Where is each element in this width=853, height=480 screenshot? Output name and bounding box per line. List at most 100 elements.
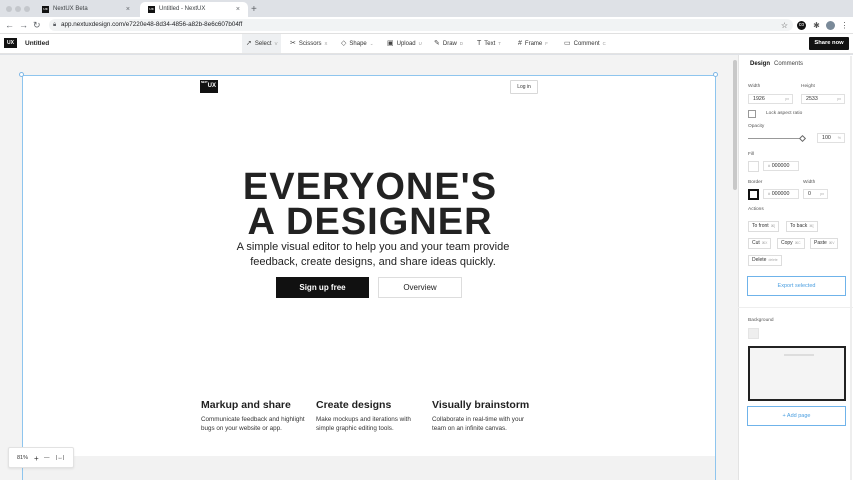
nextux-logo[interactable]: UX [4, 38, 17, 48]
feature-desc: simple graphic editing tools. [316, 425, 394, 432]
unit: % [837, 136, 841, 140]
opacity-label: Opacity [748, 124, 765, 129]
width-value: 1926 [753, 96, 765, 102]
tool-upload[interactable]: ▣ Upload U [383, 34, 426, 53]
lock-aspect-checkbox[interactable] [748, 110, 756, 118]
tab-title: NextUX Beta [53, 6, 88, 12]
height-label: Height [801, 84, 815, 89]
action-shortcut: ⌘V [828, 241, 835, 245]
tool-select[interactable]: ➚ Select V [242, 34, 282, 53]
border-hex: 000000 [771, 191, 790, 197]
tool-label: Upload [396, 41, 416, 47]
bookmark-star-icon[interactable]: ☆ [780, 21, 789, 30]
avatar[interactable] [826, 21, 835, 30]
selected-frame[interactable]: NEXT UX Log in EVERYONE'S A DESIGNER A s… [22, 75, 716, 480]
opacity-field[interactable]: 100% [817, 133, 845, 143]
tool-draw[interactable]: ✎ Draw D [430, 34, 467, 53]
tool-shortcut: U [418, 41, 422, 46]
opacity-slider[interactable] [748, 138, 804, 139]
fill-label: Fill [748, 152, 755, 157]
add-page-button[interactable]: + Add page [747, 406, 846, 426]
panel-scrollbar[interactable] [850, 56, 852, 480]
page-thumbnail[interactable] [748, 346, 846, 401]
to-front-button[interactable]: To front ⌘] [748, 221, 780, 232]
tab-title: Untitled - NextUX [159, 6, 206, 12]
frame-icon: # [518, 40, 522, 47]
canvas-scrollbar[interactable] [733, 60, 737, 190]
copy-button[interactable]: Copy ⌘C [777, 238, 805, 249]
browser-tab-untitled[interactable]: UX Untitled - NextUX × [140, 2, 248, 17]
share-now-button[interactable]: Share now [809, 37, 849, 50]
width-label: Width [748, 84, 761, 89]
resize-handle-top-right[interactable] [713, 72, 718, 77]
site-logo: NEXT UX [200, 80, 218, 93]
border-width-field[interactable]: 0 px [803, 189, 828, 199]
tool-text[interactable]: T Text T [473, 34, 505, 53]
tool-shortcut: V [274, 41, 278, 46]
window-maximize-dot[interactable] [24, 6, 30, 12]
browser-menu-icon[interactable]: ⋮ [840, 21, 849, 30]
unit: px [785, 97, 789, 101]
border-hex-field[interactable]: # 000000 [763, 189, 799, 199]
extension-profile-icon[interactable]: co [797, 21, 806, 30]
zoom-controls: 81% + — |↔| [8, 447, 74, 468]
tool-comment[interactable]: ▭ Comment C [560, 34, 610, 53]
hero-subtitle-line2: feedback, create designs, and share idea… [250, 256, 496, 268]
browser-tab-bar: UX NextUX Beta × UX Untitled - NextUX × … [0, 0, 853, 17]
height-value: 2533 [806, 96, 818, 102]
opacity-value: 100 [822, 135, 831, 141]
reload-icon[interactable]: ↻ [33, 19, 41, 31]
zoom-in-icon[interactable]: + [34, 448, 39, 469]
border-swatch[interactable] [748, 189, 759, 200]
url-text: app.nextuxdesign.com/e7220e48-8d34-4856-… [61, 21, 243, 28]
new-tab-button[interactable]: + [251, 2, 257, 17]
window-minimize-dot[interactable] [15, 6, 21, 12]
nextux-favicon-icon: UX [148, 6, 155, 13]
hash: # [768, 191, 771, 196]
delete-button[interactable]: Delete delete [748, 255, 782, 266]
action-shortcut: ⌘[ [809, 224, 814, 228]
pen-icon: ✎ [434, 40, 440, 47]
tool-scissors[interactable]: ✂ Scissors X [286, 34, 331, 53]
height-field[interactable]: 2533 px [801, 94, 845, 104]
action-shortcut: ⌘C [794, 241, 801, 245]
shape-icon: ◇ [341, 40, 347, 47]
export-selected-button[interactable]: Export selected [747, 276, 846, 296]
tool-shape[interactable]: ◇ Shape ⌄ [337, 34, 377, 53]
window-close-dot[interactable] [6, 6, 12, 12]
action-shortcut: ⌘X [761, 241, 768, 245]
comment-icon: ▭ [564, 40, 571, 47]
tool-frame[interactable]: # Frame F [514, 34, 552, 53]
resize-handle-top-left[interactable] [19, 72, 24, 77]
extensions-puzzle-icon[interactable]: ✱ [812, 21, 821, 30]
actions-label: Actions [748, 207, 764, 212]
document-name[interactable]: Untitled [25, 34, 49, 54]
login-button[interactable]: Log in [510, 80, 538, 94]
action-label: Delete [752, 257, 767, 263]
background-swatch[interactable] [748, 328, 759, 339]
thumbnail-line [784, 354, 814, 356]
tab-close-icon[interactable]: × [126, 2, 130, 17]
feature-desc: Make mockups and iterations with [316, 416, 411, 423]
fill-swatch[interactable] [748, 161, 759, 172]
tab-design[interactable]: Design [750, 61, 770, 67]
zoom-level[interactable]: 81% [17, 448, 28, 469]
tab-comments[interactable]: Comments [774, 61, 803, 67]
overview-button[interactable]: Overview [378, 277, 462, 298]
paste-button[interactable]: Paste ⌘V [810, 238, 839, 249]
to-back-button[interactable]: To back ⌘[ [786, 221, 818, 232]
width-field[interactable]: 1926 px [748, 94, 793, 104]
browser-tab-nextux-beta[interactable]: UX NextUX Beta × [34, 2, 138, 17]
forward-icon[interactable]: → [19, 19, 28, 31]
section-divider-band [23, 456, 715, 480]
fill-hex-field[interactable]: # 000000 [763, 161, 799, 171]
url-field[interactable]: 🔒︎ app.nextuxdesign.com/e7220e48-8d34-48… [49, 19, 793, 31]
fit-width-icon[interactable]: |↔| [56, 448, 64, 469]
zoom-out-icon[interactable]: — [44, 448, 50, 469]
tab-close-icon[interactable]: × [236, 2, 240, 17]
tool-label: Select [254, 41, 272, 47]
sign-up-button[interactable]: Sign up free [276, 277, 369, 298]
pointer-icon: ➚ [246, 40, 252, 47]
cut-button[interactable]: Cut ⌘X [748, 238, 772, 249]
back-icon[interactable]: ← [5, 19, 14, 31]
